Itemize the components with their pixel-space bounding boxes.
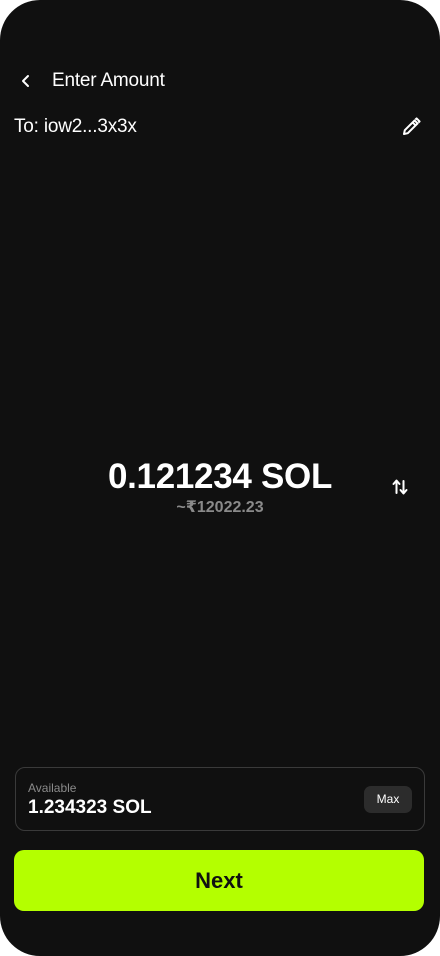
- recipient-row: To: iow2...3x3x: [14, 112, 426, 142]
- swap-currency-button[interactable]: [388, 475, 412, 499]
- pencil-icon: [400, 116, 422, 138]
- back-button[interactable]: [12, 67, 40, 95]
- page-title: Enter Amount: [52, 70, 165, 91]
- amount-value: 0.121234 SOL: [107, 457, 333, 496]
- send-amount-screen: Enter Amount To: iow2...3x3x 0.121234 SO…: [0, 0, 440, 956]
- available-balance-card: Available 1.234323 SOL Max: [15, 767, 425, 831]
- available-balance-value: 1.234323 SOL: [28, 797, 152, 818]
- recipient-address: To: iow2...3x3x: [14, 116, 137, 137]
- max-button[interactable]: Max: [364, 786, 412, 813]
- header: Enter Amount: [0, 58, 440, 104]
- swap-vertical-arrows-icon: [392, 477, 408, 497]
- fiat-equivalent: ~₹12022.23: [176, 499, 264, 516]
- available-label: Available: [28, 781, 77, 795]
- chevron-left-icon: [19, 74, 33, 88]
- next-button[interactable]: Next: [14, 850, 424, 911]
- amount-display: 0.121234 SOL ~₹12022.23: [0, 454, 440, 517]
- edit-recipient-button[interactable]: [398, 114, 424, 140]
